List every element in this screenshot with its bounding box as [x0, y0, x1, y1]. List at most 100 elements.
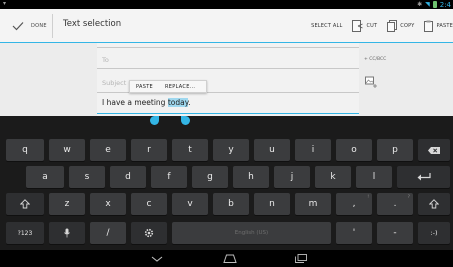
- key-comma-label: ,: [352, 199, 356, 209]
- contextual-action-bar: DONE Text selection SELECT ALL CUT COPY: [0, 9, 453, 43]
- key-smiley[interactable]: :-): [418, 222, 450, 244]
- bluetooth-icon: ✱: [417, 1, 423, 8]
- key-u[interactable]: u: [254, 139, 290, 161]
- recent-apps-button[interactable]: [291, 253, 311, 264]
- back-chevron-icon: [151, 256, 163, 262]
- backspace-icon: [428, 146, 440, 154]
- subject-field[interactable]: Subject: [102, 79, 126, 87]
- checkmark-icon: [12, 21, 24, 30]
- key-p[interactable]: p: [377, 139, 413, 161]
- key-v[interactable]: v: [172, 193, 208, 215]
- key-g[interactable]: g: [192, 166, 228, 188]
- key-w[interactable]: w: [49, 139, 85, 161]
- clock: 2:4: [439, 0, 451, 9]
- popup-replace-button[interactable]: REPLACE...: [159, 84, 201, 90]
- key-dash-label: -: [393, 228, 397, 238]
- key-p-label: p: [392, 145, 398, 155]
- key-n-label: n: [269, 199, 275, 209]
- key-k-label: k: [330, 172, 336, 182]
- enter-icon: [417, 173, 431, 181]
- key-v-label: v: [187, 199, 193, 209]
- key-r-label: r: [147, 145, 151, 155]
- key-a-label: a: [42, 172, 48, 182]
- key-shift-left[interactable]: [6, 193, 44, 215]
- key-settings[interactable]: [131, 222, 167, 244]
- key-q-label: q: [22, 145, 28, 155]
- key-o[interactable]: o: [336, 139, 372, 161]
- key-voice[interactable]: [49, 222, 85, 244]
- key-backspace[interactable]: [418, 139, 450, 161]
- selection-handle-start[interactable]: [150, 116, 159, 125]
- status-bar: ▾ ✱ ◥ 2:4: [0, 0, 453, 9]
- body-underline: [97, 113, 359, 114]
- status-icons: ✱ ◥ 2:4: [417, 0, 451, 9]
- key-i[interactable]: i: [295, 139, 331, 161]
- key-comma[interactable]: ,!: [336, 193, 372, 215]
- key-r[interactable]: r: [131, 139, 167, 161]
- key-y[interactable]: y: [213, 139, 249, 161]
- key-f[interactable]: f: [151, 166, 187, 188]
- key-c[interactable]: c: [131, 193, 167, 215]
- to-field[interactable]: To: [102, 56, 109, 64]
- shift-icon: [429, 199, 439, 209]
- key-e[interactable]: e: [90, 139, 126, 161]
- key-c-label: c: [146, 199, 152, 209]
- copy-icon: [387, 19, 398, 32]
- microphone-icon: [64, 228, 70, 238]
- copy-button[interactable]: COPY: [382, 19, 419, 32]
- text-selection-popup: PASTE REPLACE...: [129, 80, 207, 93]
- home-button[interactable]: [220, 253, 240, 264]
- key-e-label: e: [105, 145, 111, 155]
- key-k[interactable]: k: [315, 166, 351, 188]
- key-symbols[interactable]: ?123: [6, 222, 44, 244]
- home-icon: [223, 254, 237, 263]
- key-m[interactable]: m: [295, 193, 331, 215]
- body-text-before: I have a meeting: [102, 98, 168, 107]
- key-a[interactable]: a: [26, 166, 64, 188]
- key-j[interactable]: j: [274, 166, 310, 188]
- key-slash-label: /: [106, 228, 110, 238]
- key-x-label: x: [105, 199, 111, 209]
- space-label: English (US): [234, 230, 269, 236]
- key-d[interactable]: d: [110, 166, 146, 188]
- key-slash[interactable]: /: [90, 222, 126, 244]
- key-enter[interactable]: [397, 166, 450, 188]
- key-w-label: w: [63, 145, 71, 155]
- key-space[interactable]: English (US): [172, 222, 331, 244]
- popup-paste-button[interactable]: PASTE: [130, 84, 159, 90]
- key-h[interactable]: h: [233, 166, 269, 188]
- key-apostrophe[interactable]: ': [336, 222, 372, 244]
- key-t[interactable]: t: [172, 139, 208, 161]
- message-body[interactable]: I have a meeting today.: [102, 98, 190, 107]
- key-o-label: o: [351, 145, 357, 155]
- from-divider: [97, 47, 359, 48]
- soft-keyboard: q w e r t y u i o p a s d f g h j k l z …: [0, 116, 453, 250]
- paste-button[interactable]: PASTE: [419, 20, 453, 32]
- key-shift-right[interactable]: [418, 193, 450, 215]
- key-n[interactable]: n: [254, 193, 290, 215]
- attach-image-icon[interactable]: [365, 76, 377, 88]
- selection-handle-end[interactable]: [181, 116, 190, 125]
- key-z[interactable]: z: [49, 193, 85, 215]
- key-b[interactable]: b: [213, 193, 249, 215]
- key-period-label: .: [393, 199, 397, 209]
- cut-label: CUT: [366, 22, 378, 29]
- key-x[interactable]: x: [90, 193, 126, 215]
- cut-button[interactable]: CUT: [347, 19, 382, 32]
- select-all-button[interactable]: SELECT ALL: [306, 23, 347, 29]
- done-button[interactable]: DONE: [0, 9, 50, 42]
- cut-icon: [352, 19, 364, 32]
- key-y-label: y: [228, 145, 234, 155]
- key-dash[interactable]: -: [377, 222, 413, 244]
- key-q[interactable]: q: [6, 139, 44, 161]
- action-bar-actions: SELECT ALL CUT COPY PASTE: [306, 9, 453, 42]
- cc-bcc-button[interactable]: + CC/BCC: [364, 57, 386, 62]
- key-s[interactable]: s: [69, 166, 105, 188]
- back-button[interactable]: [147, 253, 167, 264]
- notification-icon: ▾: [3, 0, 7, 7]
- key-symbols-label: ?123: [17, 229, 33, 237]
- key-period[interactable]: .?: [377, 193, 413, 215]
- key-l[interactable]: l: [356, 166, 392, 188]
- key-comma-hint: !: [367, 195, 369, 200]
- key-apostrophe-label: ': [352, 228, 356, 238]
